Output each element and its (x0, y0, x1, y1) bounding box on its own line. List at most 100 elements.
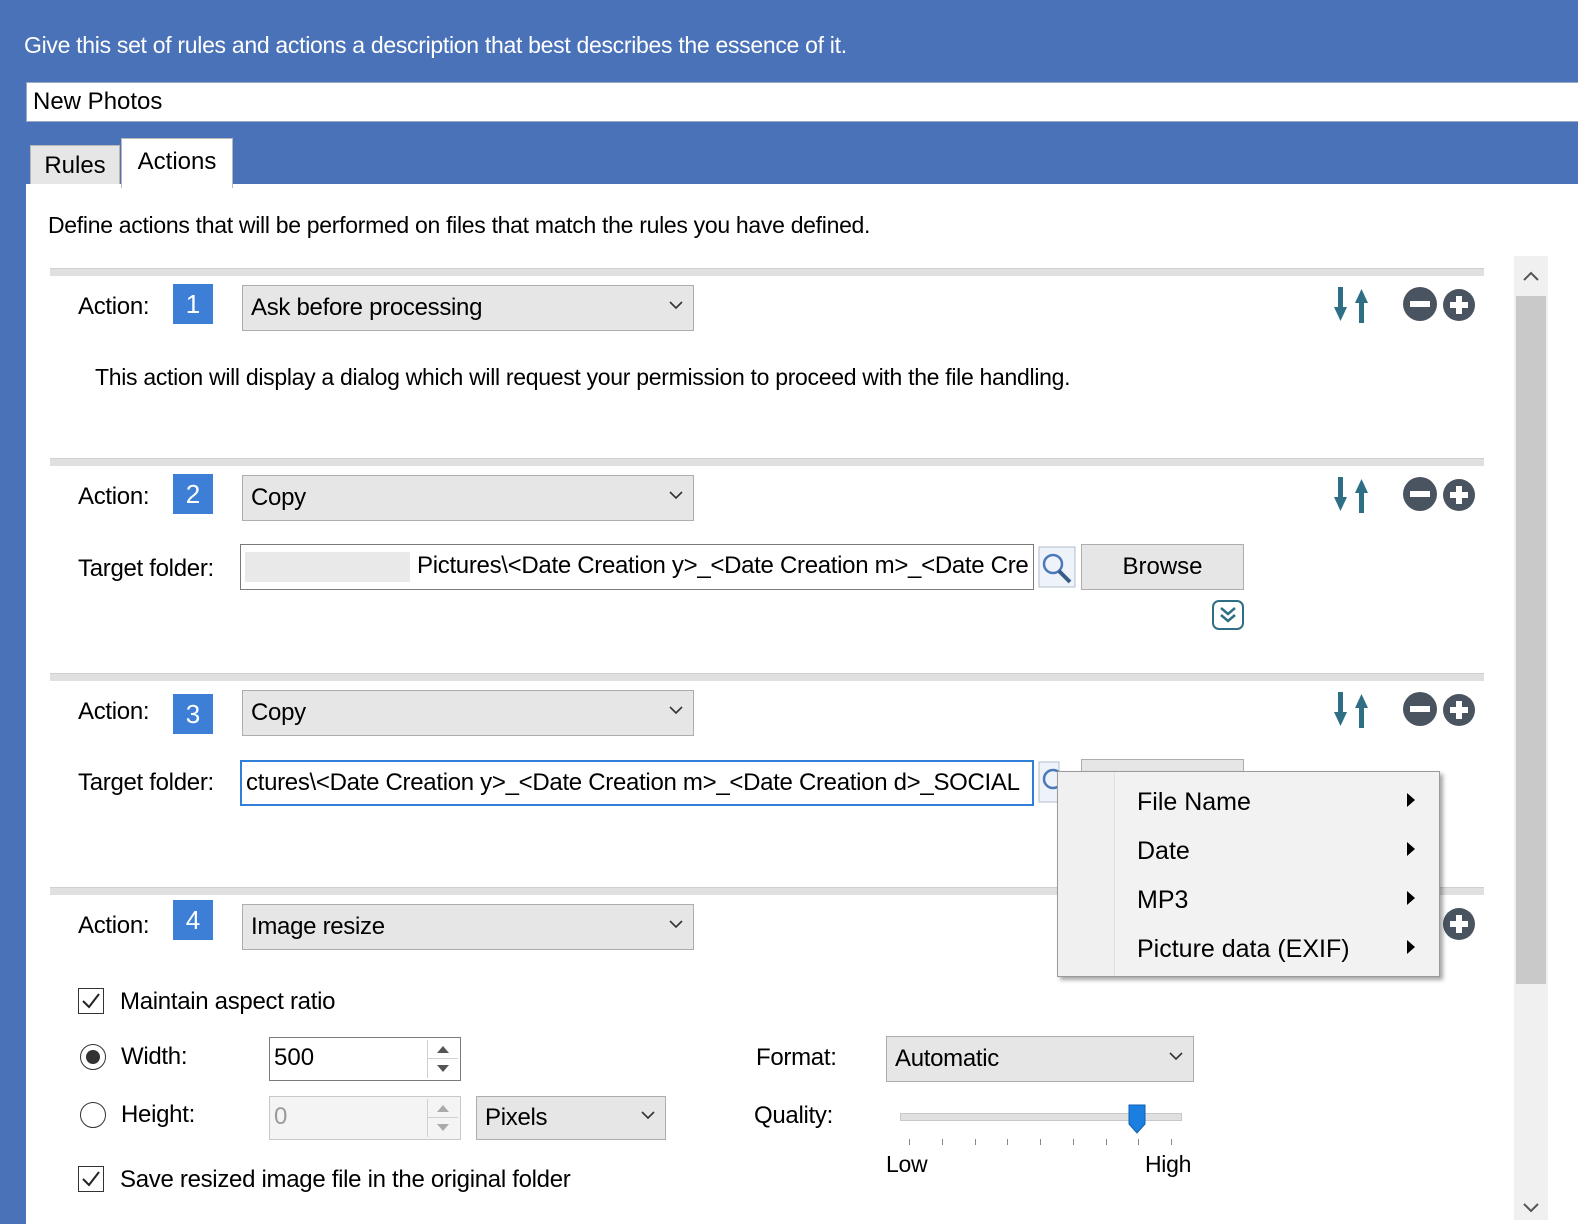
description-input[interactable] (26, 82, 1578, 122)
target-folder-label: Target folder: (78, 769, 214, 796)
action-number-badge: 1 (173, 284, 213, 324)
menu-item-label: Date (1137, 837, 1190, 865)
height-value: 0 (274, 1103, 288, 1130)
maintain-aspect-checkbox[interactable] (78, 988, 104, 1014)
chevron-down-icon (669, 491, 683, 500)
action-type-select[interactable]: Ask before processing (242, 285, 694, 331)
save-original-label: Save resized image file in the original … (120, 1166, 571, 1193)
height-radio[interactable] (80, 1102, 106, 1128)
scrollbar-thumb[interactable] (1516, 296, 1546, 984)
slider-thumb[interactable] (1128, 1104, 1146, 1134)
stepper-buttons[interactable] (427, 1040, 458, 1078)
action-separator (50, 673, 1484, 681)
action-label: Action: (78, 483, 150, 510)
action-separator (50, 458, 1484, 466)
format-value: Automatic (895, 1045, 1000, 1072)
quality-slider[interactable] (900, 1104, 1182, 1145)
add-action-icon[interactable] (1441, 287, 1477, 323)
expand-more-icon[interactable] (1211, 600, 1245, 630)
action-type-select[interactable]: Copy (242, 475, 694, 521)
action-number-badge: 4 (173, 900, 213, 940)
add-action-icon[interactable] (1441, 906, 1477, 942)
quality-low-label: Low (886, 1151, 928, 1177)
slider-tick (941, 1139, 943, 1145)
unit-value: Pixels (485, 1104, 548, 1131)
width-value: 500 (274, 1044, 315, 1071)
action-type-select[interactable]: Image resize (242, 904, 694, 950)
target-folder-input[interactable]: ctures\<Date Creation y>_<Date Creation … (240, 760, 1034, 806)
chevron-down-icon (669, 706, 683, 715)
remove-action-icon[interactable] (1401, 690, 1439, 728)
slider-tick (1171, 1139, 1172, 1145)
height-label: Height: (121, 1101, 195, 1128)
move-down-icon[interactable] (1334, 690, 1380, 730)
add-action-icon[interactable] (1441, 692, 1477, 728)
slider-tick (974, 1139, 976, 1145)
menu-item-mp3[interactable]: MP3 (1058, 874, 1439, 922)
submenu-arrow-icon (1407, 793, 1415, 807)
menu-item-file-name[interactable]: File Name (1058, 776, 1439, 824)
action-description: This action will display a dialog which … (95, 364, 1071, 390)
unit-select[interactable]: Pixels (476, 1096, 666, 1140)
move-down-icon[interactable] (1334, 475, 1380, 515)
menu-item-picture-data[interactable]: Picture data (EXIF) (1058, 923, 1439, 971)
description-prompt: Give this set of rules and actions a des… (24, 32, 847, 58)
quality-high-label: High (1145, 1151, 1192, 1177)
action-type-value: Image resize (251, 913, 385, 940)
scroll-up-icon[interactable] (1521, 268, 1541, 284)
menu-item-label: Picture data (EXIF) (1137, 935, 1350, 963)
format-select[interactable]: Automatic (886, 1036, 1194, 1082)
checkmark-icon (82, 1171, 100, 1187)
add-action-icon[interactable] (1441, 477, 1477, 513)
remove-action-icon[interactable] (1401, 475, 1439, 513)
stepper-buttons[interactable] (427, 1099, 458, 1137)
action-label: Action: (78, 698, 150, 725)
move-down-icon[interactable] (1334, 285, 1380, 325)
menu-item-label: File Name (1137, 788, 1251, 816)
format-label: Format: (756, 1044, 837, 1071)
action-type-value: Copy (251, 484, 306, 511)
action-type-select[interactable]: Copy (242, 690, 694, 736)
tab-rules[interactable]: Rules (30, 145, 120, 185)
chevron-down-icon (669, 920, 683, 929)
target-folder-label: Target folder: (78, 555, 214, 582)
submenu-arrow-icon (1407, 842, 1415, 856)
save-original-checkbox[interactable] (78, 1166, 104, 1192)
actions-intro-text: Define actions that will be performed on… (48, 212, 871, 238)
menu-item-date[interactable]: Date (1058, 825, 1439, 873)
action-type-value: Copy (251, 699, 306, 726)
action-separator (50, 268, 1484, 276)
target-folder-value: ctures\<Date Creation y>_<Date Creation … (246, 769, 1020, 796)
remove-action-icon[interactable] (1401, 285, 1439, 323)
action-number-badge: 3 (173, 694, 213, 734)
slider-tick (1138, 1139, 1140, 1145)
width-radio[interactable] (80, 1044, 106, 1070)
action-type-value: Ask before processing (251, 294, 483, 321)
chevron-down-icon (641, 1111, 655, 1120)
width-stepper[interactable]: 500 (269, 1037, 461, 1081)
quality-label: Quality: (754, 1102, 833, 1129)
search-icon[interactable] (1038, 546, 1076, 588)
submenu-arrow-icon (1407, 940, 1415, 954)
slider-tick (909, 1139, 910, 1145)
chevron-down-icon (1169, 1052, 1183, 1061)
checkmark-icon (82, 993, 100, 1009)
target-folder-value: Pictures\<Date Creation y>_<Date Creatio… (417, 552, 1029, 579)
maintain-aspect-label: Maintain aspect ratio (120, 988, 336, 1015)
slider-tick (1007, 1139, 1009, 1145)
browse-button[interactable]: Browse (1081, 544, 1244, 590)
menu-item-label: MP3 (1137, 886, 1189, 914)
tab-actions[interactable]: Actions (121, 138, 233, 188)
slider-tick (1105, 1139, 1107, 1145)
action-number-badge: 2 (173, 474, 213, 514)
chevron-down-icon (669, 301, 683, 310)
insert-variable-context-menu: File Name Date MP3 Picture data (EXIF) (1057, 771, 1440, 977)
submenu-arrow-icon (1407, 891, 1415, 905)
slider-tick (1072, 1139, 1074, 1145)
height-stepper[interactable]: 0 (269, 1096, 461, 1140)
scroll-down-icon[interactable] (1521, 1200, 1541, 1216)
width-label: Width: (121, 1043, 188, 1070)
action-label: Action: (78, 912, 150, 939)
slider-tick (1040, 1139, 1041, 1145)
redacted-path (245, 552, 410, 582)
